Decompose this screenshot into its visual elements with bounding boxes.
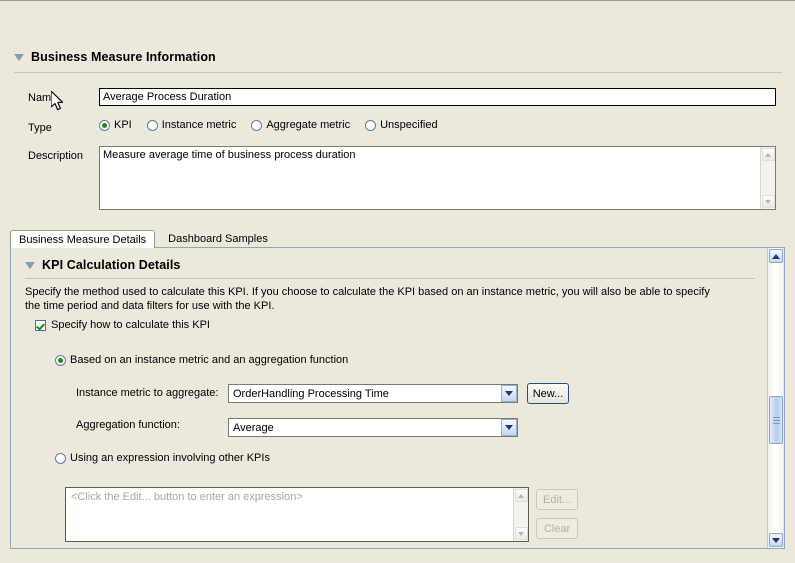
method-radio-expression[interactable]: Using an expression involving other KPIs bbox=[55, 452, 270, 464]
panel-vertical-scrollbar[interactable] bbox=[767, 248, 783, 548]
instance-metric-label: Instance metric to aggregate: bbox=[76, 387, 218, 399]
type-radio-group: KPI Instance metric Aggregate metric Uns… bbox=[99, 119, 453, 131]
checkbox-icon[interactable] bbox=[35, 320, 46, 331]
description-label: Description bbox=[28, 150, 83, 162]
expression-scrollbar[interactable] bbox=[513, 488, 528, 541]
radio-label: Aggregate metric bbox=[266, 119, 350, 131]
checkbox-label: Specify how to calculate this KPI bbox=[51, 319, 210, 331]
tab-dashboard-samples[interactable]: Dashboard Samples bbox=[160, 230, 276, 248]
method-radio-instance-metric[interactable]: Based on an instance metric and an aggre… bbox=[55, 354, 348, 366]
tab-bar: Business Measure Details Dashboard Sampl… bbox=[10, 230, 785, 248]
instance-metric-value: OrderHandling Processing Time bbox=[229, 388, 501, 400]
radio-label: Instance metric bbox=[162, 119, 237, 131]
radio-label: KPI bbox=[114, 119, 132, 131]
scrollbar-thumb[interactable] bbox=[769, 396, 783, 444]
section-divider bbox=[25, 278, 755, 279]
aggregation-function-combobox[interactable]: Average bbox=[228, 418, 518, 437]
specify-how-to-calculate-checkbox-row[interactable]: Specify how to calculate this KPI bbox=[35, 319, 210, 331]
triangle-down-icon[interactable] bbox=[14, 54, 24, 61]
type-label: Type bbox=[28, 122, 52, 134]
new-button[interactable]: New... bbox=[527, 383, 569, 404]
section-divider bbox=[14, 72, 782, 73]
radio-icon[interactable] bbox=[55, 453, 66, 464]
description-field[interactable] bbox=[99, 146, 776, 210]
type-radio-kpi[interactable]: KPI bbox=[99, 119, 132, 131]
section-title: KPI Calculation Details bbox=[42, 258, 180, 272]
radio-icon[interactable] bbox=[365, 120, 376, 131]
aggregation-function-value: Average bbox=[229, 422, 501, 434]
type-radio-unspecified[interactable]: Unspecified bbox=[365, 119, 437, 131]
chevron-down-icon[interactable] bbox=[769, 533, 783, 547]
description-textarea[interactable] bbox=[100, 147, 760, 209]
expression-placeholder: <Click the Edit... button to enter an ex… bbox=[66, 488, 513, 541]
tab-business-measure-details[interactable]: Business Measure Details bbox=[10, 230, 155, 248]
description-scrollbar[interactable] bbox=[760, 147, 775, 209]
section-title: Business Measure Information bbox=[31, 50, 216, 64]
kpi-calculation-details-header[interactable]: KPI Calculation Details bbox=[25, 258, 755, 272]
grip-icon bbox=[773, 417, 780, 424]
name-label: Name bbox=[28, 92, 57, 104]
radio-label: Using an expression involving other KPIs bbox=[70, 452, 270, 464]
type-radio-instance-metric[interactable]: Instance metric bbox=[147, 119, 237, 131]
expression-field[interactable]: <Click the Edit... button to enter an ex… bbox=[65, 487, 529, 542]
radio-icon[interactable] bbox=[55, 355, 66, 366]
radio-label: Based on an instance metric and an aggre… bbox=[70, 354, 348, 366]
type-radio-aggregate-metric[interactable]: Aggregate metric bbox=[251, 119, 350, 131]
chevron-down-icon[interactable] bbox=[515, 527, 528, 540]
clear-button[interactable]: Clear bbox=[536, 518, 578, 539]
instance-metric-combobox[interactable]: OrderHandling Processing Time bbox=[228, 384, 518, 403]
window-top-border bbox=[0, 0, 795, 1]
radio-icon[interactable] bbox=[251, 120, 262, 131]
kpi-description-text: Specify the method used to calculate thi… bbox=[25, 285, 725, 313]
radio-icon[interactable] bbox=[147, 120, 158, 131]
chevron-up-icon[interactable] bbox=[769, 249, 783, 263]
chevron-up-icon[interactable] bbox=[515, 489, 528, 502]
edit-button[interactable]: Edit... bbox=[536, 489, 578, 510]
triangle-down-icon[interactable] bbox=[25, 262, 35, 269]
chevron-down-icon[interactable] bbox=[501, 385, 517, 402]
name-input[interactable] bbox=[99, 88, 776, 106]
radio-icon[interactable] bbox=[99, 120, 110, 131]
radio-label: Unspecified bbox=[380, 119, 437, 131]
aggregation-function-label: Aggregation function: bbox=[76, 419, 180, 431]
chevron-down-icon[interactable] bbox=[501, 419, 517, 436]
business-measure-information-header[interactable]: Business Measure Information bbox=[14, 50, 782, 64]
chevron-up-icon[interactable] bbox=[762, 148, 775, 161]
chevron-down-icon[interactable] bbox=[762, 195, 775, 208]
